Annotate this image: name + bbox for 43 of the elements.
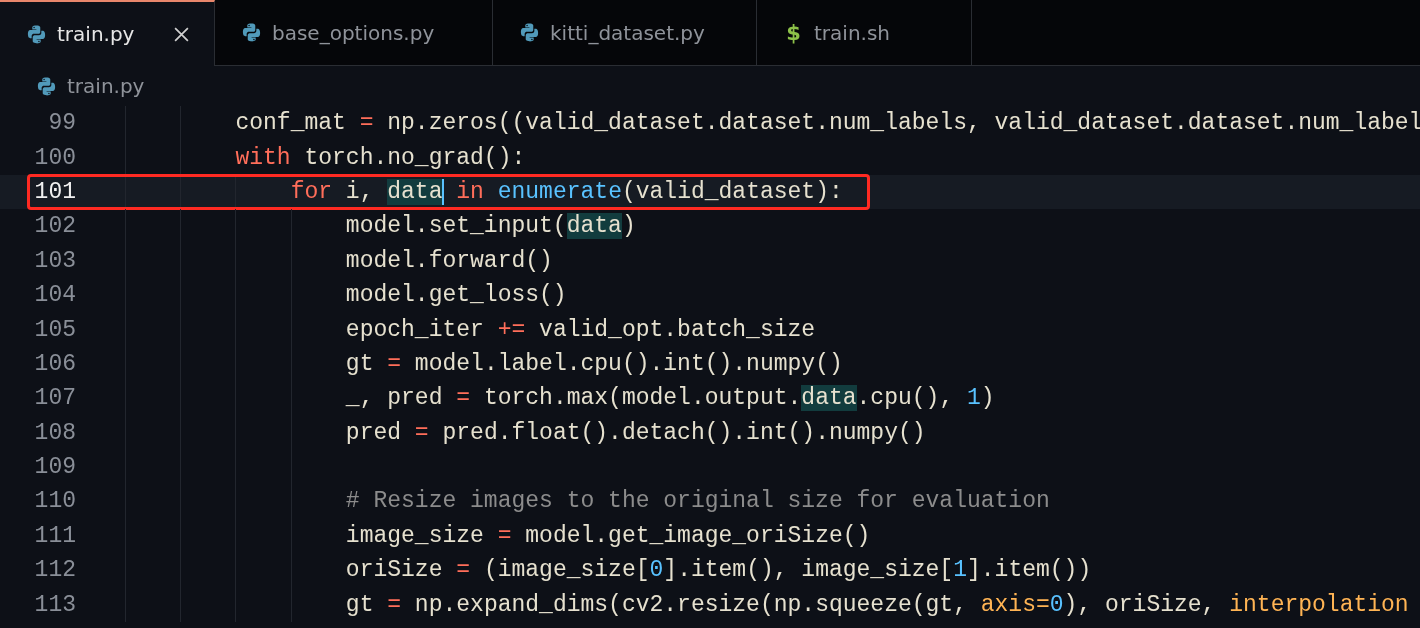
line-number: 102 <box>33 213 76 240</box>
line-number: 99 <box>47 110 76 137</box>
code-line: model.get_loss() <box>344 282 567 309</box>
code-line: oriSize = (image_size[0].item(), image_size[1].item()) <box>344 557 1092 584</box>
line-number: 107 <box>33 385 76 412</box>
code-line: gt = model.label.cpu().int().numpy() <box>344 350 843 377</box>
code-line: # Resize images to the original size for evaluation <box>344 488 1050 515</box>
line-number: 100 <box>33 144 76 171</box>
code-line: epoch_iter += valid_opt.batch_size <box>344 316 816 343</box>
editor-tab[interactable]: $ train.sh <box>757 0 972 66</box>
code-line: for i, data in enumerate(valid_dataset): <box>289 178 843 205</box>
code-line: with torch.no_grad(): <box>234 144 526 171</box>
tab-label: base_options.py <box>272 20 435 45</box>
code-line: _, pred = torch.max(model.output.data.cpu(), 1) <box>344 385 995 412</box>
code-line: model.forward() <box>344 247 553 274</box>
code-line: image_size = model.get_image_oriSize() <box>344 522 871 549</box>
line-number: 112 <box>33 557 76 584</box>
editor-tab[interactable]: kitti_dataset.py <box>493 0 757 66</box>
tab-label: train.sh <box>814 20 890 45</box>
line-number: 106 <box>33 350 76 377</box>
line-number: 108 <box>33 419 76 446</box>
dollar-icon: $ <box>783 20 804 45</box>
close-icon[interactable] <box>173 25 190 43</box>
line-number: 109 <box>33 454 76 481</box>
editor-tab[interactable]: train.py <box>0 0 215 66</box>
python-icon <box>241 22 262 43</box>
code-line: pred = pred.float().detach().int().numpy() <box>344 419 926 446</box>
line-number: 105 <box>33 316 76 343</box>
python-icon <box>36 75 57 97</box>
line-number: 101 <box>33 178 76 205</box>
line-number: 113 <box>33 591 76 618</box>
python-icon <box>26 23 47 45</box>
tab-label: kitti_dataset.py <box>550 20 705 45</box>
line-number: 110 <box>33 488 76 515</box>
editor-tab[interactable]: base_options.py <box>215 0 493 66</box>
python-icon <box>519 22 540 43</box>
line-number: 104 <box>33 282 76 309</box>
line-number: 111 <box>33 522 76 549</box>
tab-label: train.py <box>57 22 135 46</box>
line-number: 103 <box>33 247 76 274</box>
code-line: model.set_input(data) <box>344 213 636 240</box>
breadcrumb-item[interactable]: train.py <box>67 74 145 98</box>
code-line: gt = np.expand_dims(cv2.resize(np.squeeze(gt, axis=0), oriSize, interpolation <box>344 591 1409 618</box>
